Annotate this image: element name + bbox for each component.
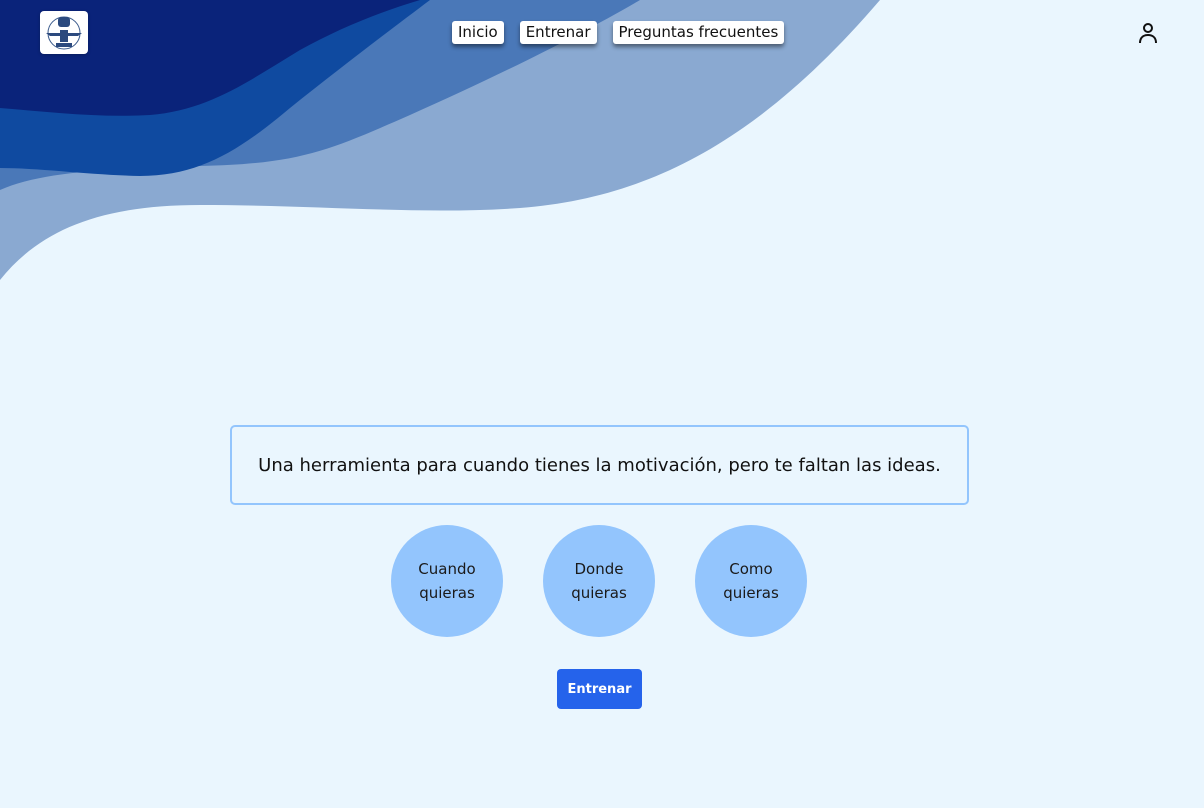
feature-label: Donde quieras <box>571 560 627 602</box>
feature-circles: Cuando quieras Donde quieras Como quiera… <box>391 525 807 637</box>
entrenar-cta-button[interactable]: Entrenar <box>557 669 642 709</box>
logo[interactable] <box>40 11 88 54</box>
feature-circle-donde: Donde quieras <box>543 525 655 637</box>
nav-entrenar-button[interactable]: Entrenar <box>519 21 597 44</box>
feature-circle-como: Como quieras <box>695 525 807 637</box>
tagline-box: Una herramienta para cuando tienes la mo… <box>230 425 969 505</box>
feature-circle-cuando: Cuando quieras <box>391 525 503 637</box>
user-icon[interactable] <box>1136 21 1160 45</box>
plane-emblem-icon <box>46 16 82 49</box>
main-nav: Inicio Entrenar Preguntas frecuentes <box>452 21 785 44</box>
feature-label: Cuando quieras <box>418 560 476 602</box>
nav-inicio-button[interactable]: Inicio <box>452 21 504 44</box>
nav-faq-button[interactable]: Preguntas frecuentes <box>612 21 785 44</box>
feature-label: Como quieras <box>723 560 779 602</box>
tagline-text: Una herramienta para cuando tienes la mo… <box>258 454 941 476</box>
